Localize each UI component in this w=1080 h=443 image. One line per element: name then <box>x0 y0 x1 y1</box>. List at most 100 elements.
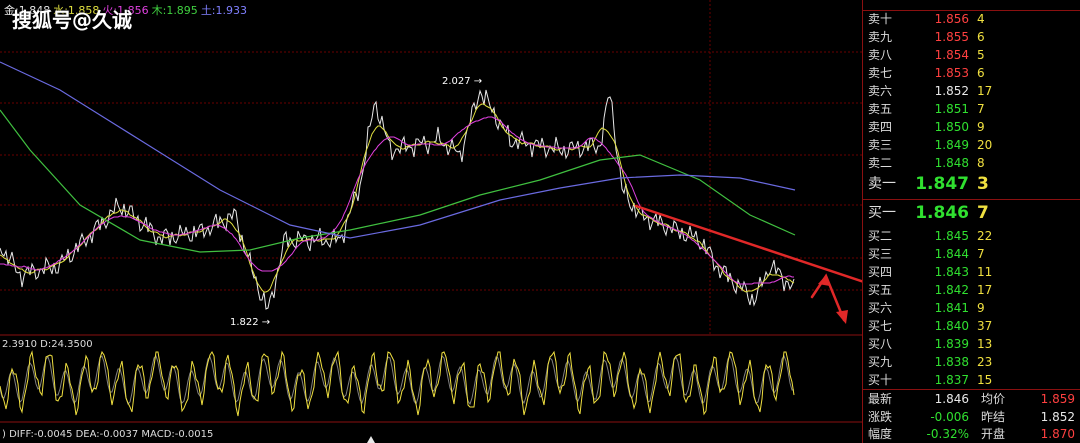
order-book-row[interactable]: 卖六 1.852 17 <box>863 82 1080 100</box>
level-price: 1.837 <box>934 373 969 387</box>
level-volume: 7 <box>977 203 989 223</box>
watermark: 搜狐号@久诚 <box>12 8 132 32</box>
stat-label: 昨结 <box>981 409 1006 424</box>
order-book-row[interactable]: 卖七 1.853 6 <box>863 64 1080 82</box>
level-label: 卖九 <box>868 30 893 44</box>
high-annotation: 2.027 → <box>442 76 482 87</box>
level-price: 1.846 <box>915 203 969 223</box>
order-book-row[interactable]: 卖三 1.849 20 <box>863 136 1080 154</box>
price-series <box>0 61 796 417</box>
level-volume: 22 <box>977 229 993 243</box>
kdj-label: 2.3910 D:24.3500 <box>2 339 93 350</box>
level-price: 1.852 <box>934 84 969 98</box>
level-price: 1.853 <box>934 66 969 80</box>
order-book-row[interactable]: 买三 1.844 7 <box>863 245 1080 263</box>
level-volume: 7 <box>977 102 985 116</box>
kline-chart[interactable]: 2.027 → 1.822 → 2.3910 D:24.3500 ) DIFF:… <box>0 0 862 443</box>
ma-line-magenta <box>0 116 794 285</box>
level-volume: 7 <box>977 247 985 261</box>
level-volume: 9 <box>977 120 985 134</box>
level-label: 卖八 <box>868 48 893 62</box>
level-volume: 3 <box>977 174 989 194</box>
order-book: 卖十 1.856 4 卖九 1.855 6 卖八 1.854 5 卖七 1.853 6 卖六 1.852 1… <box>862 0 1080 443</box>
stats-row: 涨跌 -0.006 昨结 1.852 <box>863 408 1080 426</box>
level-label: 买三 <box>868 247 893 261</box>
level-price: 1.838 <box>934 355 969 369</box>
level-label: 卖六 <box>868 84 893 98</box>
order-book-row[interactable]: 买九 1.838 23 <box>863 353 1080 371</box>
level-volume: 13 <box>977 337 993 351</box>
level-volume: 11 <box>977 265 993 279</box>
level-volume: 9 <box>977 301 985 315</box>
level-volume: 23 <box>977 355 993 369</box>
level-price: 1.854 <box>934 48 969 62</box>
level-volume: 6 <box>977 30 985 44</box>
order-book-row[interactable]: 卖四 1.850 9 <box>863 118 1080 136</box>
stat-value: -0.32% <box>926 427 969 441</box>
level-label: 买八 <box>868 337 893 351</box>
stat-label: 幅度 <box>868 427 893 441</box>
stat-label: 涨跌 <box>868 409 893 424</box>
level-label: 买二 <box>868 229 893 243</box>
level-price: 1.855 <box>934 30 969 44</box>
oscillator-line-yellow <box>0 350 795 417</box>
level-price: 1.839 <box>934 337 969 351</box>
order-book-row[interactable]: 买一 1.846 7 <box>863 201 1080 225</box>
level-price: 1.845 <box>934 229 969 243</box>
down-arrowhead <box>836 310 848 324</box>
stat-value: 1.870 <box>1040 427 1075 441</box>
low-annotation: 1.822 → <box>230 317 270 328</box>
order-book-row[interactable]: 买十 1.837 15 <box>863 371 1080 389</box>
order-book-row[interactable]: 买五 1.842 17 <box>863 281 1080 299</box>
level-label: 卖十 <box>868 12 893 26</box>
level-volume: 5 <box>977 48 985 62</box>
level-price: 1.850 <box>934 120 969 134</box>
level-volume: 6 <box>977 66 985 80</box>
order-book-row[interactable]: 卖二 1.848 8 <box>863 154 1080 172</box>
order-book-row[interactable]: 买六 1.841 9 <box>863 299 1080 317</box>
order-book-row[interactable]: 买七 1.840 37 <box>863 317 1080 335</box>
macd-label: ) DIFF:-0.0045 DEA:-0.0037 MACD:-0.0015 <box>2 429 213 440</box>
order-book-row[interactable]: 卖八 1.854 5 <box>863 46 1080 64</box>
price-line <box>0 89 795 310</box>
level-label: 卖四 <box>868 120 893 134</box>
level-label: 买十 <box>868 373 893 387</box>
level-price: 1.843 <box>934 265 969 279</box>
stat-value: 1.846 <box>934 392 969 406</box>
ma-legend-item: 木:1.895 <box>151 4 198 17</box>
separator <box>863 199 1080 200</box>
level-price: 1.841 <box>934 301 969 315</box>
stat-value: 1.859 <box>1040 392 1075 406</box>
order-book-row[interactable]: 买八 1.839 13 <box>863 335 1080 353</box>
stats-row: 最新 1.846 均价 1.859 <box>863 390 1080 408</box>
cursor-marker <box>367 436 375 443</box>
order-book-row[interactable]: 买四 1.843 11 <box>863 263 1080 281</box>
level-price: 1.842 <box>934 283 969 297</box>
stat-label: 开盘 <box>981 427 1006 441</box>
stat-value: 1.852 <box>1040 409 1075 424</box>
level-volume: 17 <box>977 283 993 297</box>
level-volume: 4 <box>977 12 985 26</box>
level-label: 卖五 <box>868 102 893 116</box>
level-volume: 37 <box>977 319 993 333</box>
level-label: 买六 <box>868 301 893 315</box>
stat-label: 均价 <box>981 392 1006 406</box>
level-label: 买九 <box>868 355 893 369</box>
stat-label: 最新 <box>868 392 893 406</box>
level-price: 1.848 <box>934 156 969 170</box>
level-volume: 15 <box>977 373 993 387</box>
order-book-row[interactable]: 卖九 1.855 6 <box>863 28 1080 46</box>
order-book-row[interactable]: 卖一 1.847 3 <box>863 172 1080 196</box>
stat-value: -0.006 <box>930 409 969 424</box>
order-book-row[interactable]: 卖五 1.851 7 <box>863 100 1080 118</box>
level-label: 卖三 <box>868 138 893 152</box>
level-label: 卖二 <box>868 156 893 170</box>
level-volume: 17 <box>977 84 993 98</box>
order-book-row[interactable]: 买二 1.845 22 <box>863 227 1080 245</box>
ma-line-blue <box>0 61 796 239</box>
level-label: 买五 <box>868 283 893 297</box>
order-book-row[interactable]: 卖十 1.856 4 <box>863 10 1080 28</box>
ma-legend-item: 土:1.933 <box>200 4 248 17</box>
stats-row: 幅度 -0.32% 开盘 1.870 <box>863 425 1080 443</box>
level-label: 买一 <box>868 205 896 221</box>
